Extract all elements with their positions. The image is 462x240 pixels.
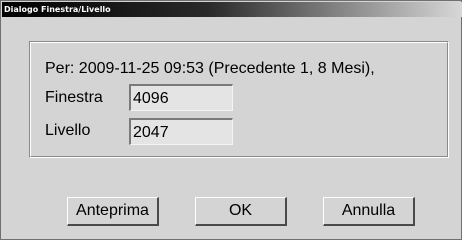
dialog-title: Dialogo Finestra/Livello bbox=[4, 5, 111, 14]
window-label: Finestra bbox=[45, 89, 103, 106]
level-input[interactable] bbox=[129, 118, 233, 145]
window-level-dialog: Dialogo Finestra/Livello Per: 2009-11-25… bbox=[0, 0, 462, 240]
study-info-text: Per: 2009-11-25 09:53 (Precedente 1, 8 M… bbox=[45, 60, 375, 77]
ok-button[interactable]: OK bbox=[195, 197, 287, 226]
preview-button[interactable]: Anteprima bbox=[67, 197, 159, 226]
level-label: Livello bbox=[45, 122, 91, 139]
window-input[interactable] bbox=[129, 84, 233, 111]
cancel-button[interactable]: Annulla bbox=[323, 197, 415, 226]
titlebar[interactable]: Dialogo Finestra/Livello bbox=[2, 2, 462, 17]
